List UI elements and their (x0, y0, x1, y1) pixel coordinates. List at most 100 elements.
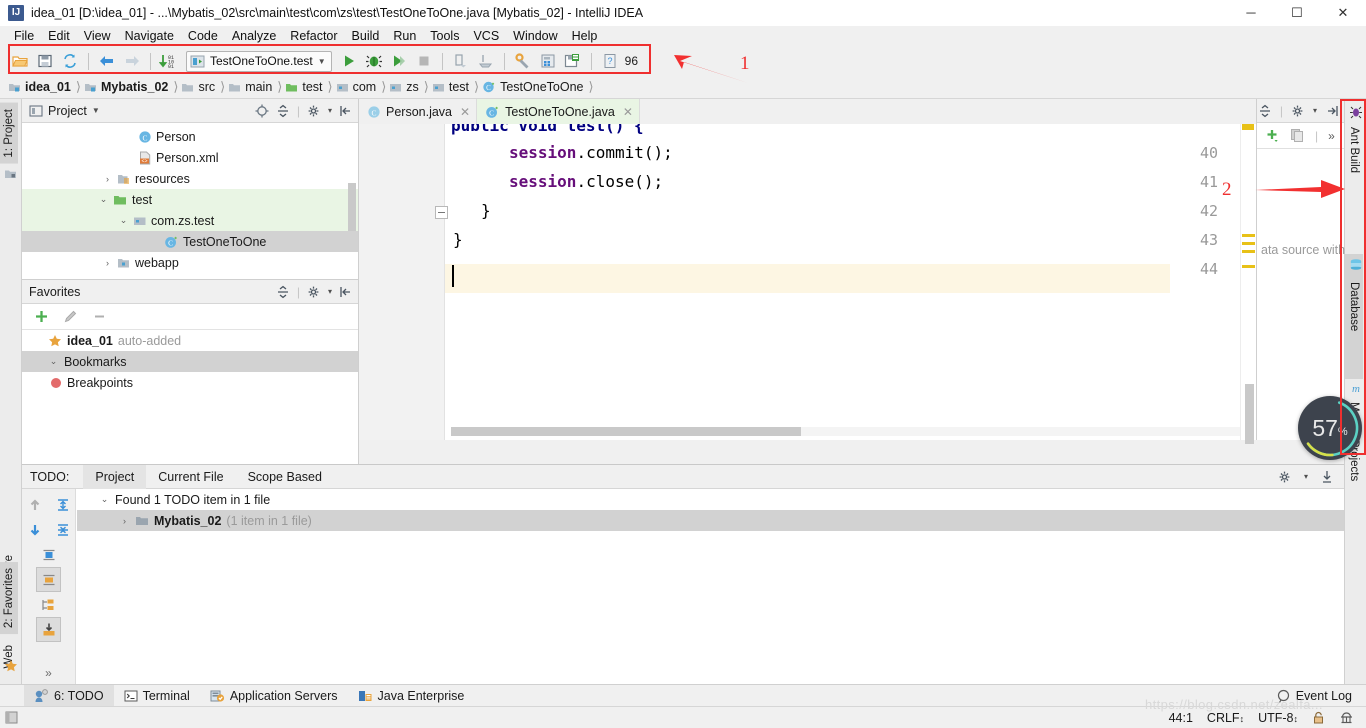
menu-navigate[interactable]: Navigate (118, 27, 181, 45)
minimize-button[interactable]: ─ (1228, 0, 1274, 26)
breadcrumb-item-test-package[interactable]: test (430, 80, 474, 94)
marker-todo-1[interactable] (1242, 234, 1255, 237)
favorites-item-breakpoints[interactable]: Breakpoints (22, 372, 358, 393)
remove-icon[interactable] (92, 309, 107, 324)
breadcrumb-item-mybatis02[interactable]: Mybatis_02 (82, 80, 173, 94)
collapse-all-icon[interactable] (276, 104, 290, 118)
breadcrumb-item-main[interactable]: main (226, 80, 277, 94)
settings-wrench-icon[interactable] (511, 49, 535, 73)
close-button[interactable]: ✕ (1320, 0, 1366, 26)
marker-todo-3[interactable] (1242, 250, 1255, 253)
rerun-icon[interactable] (474, 49, 498, 73)
gear-icon[interactable] (307, 104, 321, 118)
menu-refactor[interactable]: Refactor (283, 27, 344, 45)
gear-icon[interactable] (307, 285, 321, 299)
gear-caret-icon[interactable]: ▾ (328, 287, 332, 296)
editor-horizontal-scrollbar[interactable] (451, 427, 1241, 436)
event-log-button[interactable]: Event Log (1277, 689, 1366, 703)
chevron-right-icon[interactable]: › (119, 516, 130, 526)
editor-tab-testonetoone-java[interactable]: C TestOneToOne.java ✕ (477, 99, 640, 124)
sync-icon[interactable] (58, 49, 82, 73)
forward-icon[interactable] (120, 49, 144, 73)
gear-caret-icon[interactable]: ▾ (328, 106, 332, 115)
hide-icon[interactable] (339, 104, 353, 118)
lock-icon[interactable] (1312, 711, 1325, 725)
todo-tab-current-file[interactable]: Current File (146, 465, 235, 489)
close-icon[interactable]: ✕ (460, 105, 470, 119)
bottom-tab-java-enterprise[interactable]: Java Enterprise (348, 685, 475, 707)
run-icon[interactable] (337, 49, 361, 73)
tree-item-person[interactable]: C Person (22, 126, 358, 147)
group-by-module-icon[interactable] (36, 542, 61, 567)
gear-icon[interactable] (1278, 470, 1292, 484)
run-configuration-selector[interactable]: TestOneToOne.test ▼ (186, 51, 332, 72)
copy-icon[interactable] (1290, 128, 1305, 143)
marker-todo-2[interactable] (1242, 242, 1255, 245)
breadcrumb-item-src[interactable]: src (179, 80, 220, 94)
todo-side-more[interactable]: » (45, 666, 52, 685)
bottom-tab-application-servers[interactable]: Application Servers (200, 685, 348, 707)
todo-summary-row[interactable]: ⌄ Found 1 TODO item in 1 file (77, 489, 1344, 510)
collapse-all-icon[interactable] (1258, 104, 1272, 118)
chevron-down-icon[interactable]: ▼ (92, 106, 100, 115)
update-app-icon[interactable] (449, 49, 473, 73)
breadcrumb-item-testonetoone[interactable]: C TestOneToOne (480, 80, 588, 94)
chevron-right-icon[interactable]: › (102, 174, 113, 184)
sdk-manager-icon[interactable] (561, 49, 585, 73)
gear-caret-icon[interactable]: ▾ (1304, 472, 1308, 481)
menu-file[interactable]: File (7, 27, 41, 45)
project-tree-scrollbar[interactable] (348, 183, 356, 231)
editor-marker-bar[interactable] (1240, 124, 1256, 440)
collapse-all-icon[interactable] (50, 517, 75, 542)
more-icon[interactable]: » (1328, 129, 1335, 143)
collapse-all-icon[interactable] (276, 285, 290, 299)
menu-view[interactable]: View (77, 27, 118, 45)
menu-tools[interactable]: Tools (423, 27, 466, 45)
edit-icon[interactable] (63, 309, 78, 324)
tree-item-testonetoone[interactable]: C TestOneToOne (22, 231, 358, 252)
chevron-down-icon[interactable]: ⌄ (99, 494, 110, 505)
locate-icon[interactable] (255, 104, 269, 118)
tree-item-webapp[interactable]: › webapp (22, 252, 358, 273)
back-icon[interactable] (95, 49, 119, 73)
chevron-down-icon[interactable]: ▼ (318, 57, 326, 66)
flatten-packages-icon[interactable] (36, 592, 61, 617)
editor-gutter[interactable] (359, 124, 445, 440)
breadcrumb-item-zs[interactable]: zs (387, 80, 424, 94)
tree-item-comzstest[interactable]: ⌄ com.zs.test (22, 210, 358, 231)
menu-build[interactable]: Build (345, 27, 387, 45)
save-all-icon[interactable] (33, 49, 57, 73)
breadcrumb-item-test-folder[interactable]: test (283, 80, 327, 94)
hide-icon[interactable] (339, 285, 353, 299)
hide-icon[interactable] (1325, 104, 1339, 118)
sidebar-item-project[interactable]: 1: Project (0, 103, 18, 164)
bottom-tab-todo[interactable]: 6: TODO (24, 685, 114, 707)
breadcrumb-item-idea01[interactable]: idea_01 (6, 80, 76, 94)
autoscroll-icon[interactable] (36, 617, 61, 642)
sidebar-item-ant-build[interactable]: Ant Build (1345, 121, 1363, 179)
tree-item-test[interactable]: ⌄ test (22, 189, 358, 210)
favorites-item-idea01[interactable]: idea_01 auto-added (22, 330, 358, 351)
breadcrumb-item-com[interactable]: com (334, 80, 382, 94)
favorites-item-bookmarks[interactable]: ⌄ Bookmarks (22, 351, 358, 372)
menu-code[interactable]: Code (181, 27, 225, 45)
tree-item-resources[interactable]: › resources (22, 168, 358, 189)
chevron-down-icon[interactable]: ⌄ (48, 356, 59, 367)
toggle-toolwindows-icon[interactable] (0, 707, 22, 728)
editor-vscroll-thumb[interactable] (1245, 384, 1254, 444)
editor-hscroll-thumb[interactable] (451, 427, 801, 436)
add-icon[interactable] (1265, 128, 1280, 143)
hide-icon[interactable] (1320, 470, 1334, 484)
code-fold-icon[interactable] (435, 206, 448, 219)
project-structure-icon[interactable] (536, 49, 560, 73)
debug-icon[interactable] (362, 49, 386, 73)
marker-warning[interactable] (1242, 124, 1254, 130)
group-by-package-icon[interactable] (36, 567, 61, 592)
todo-tab-project[interactable]: Project (83, 465, 146, 489)
sidebar-item-database[interactable]: Database (1345, 254, 1363, 379)
todo-tab-scope-based[interactable]: Scope Based (236, 465, 334, 489)
todo-module-row[interactable]: › Mybatis_02 (1 item in 1 file) (77, 510, 1344, 531)
bottom-tab-terminal[interactable]: Terminal (114, 685, 200, 707)
chevron-down-icon[interactable]: ⌄ (118, 215, 129, 226)
marker-todo-4[interactable] (1242, 265, 1255, 268)
